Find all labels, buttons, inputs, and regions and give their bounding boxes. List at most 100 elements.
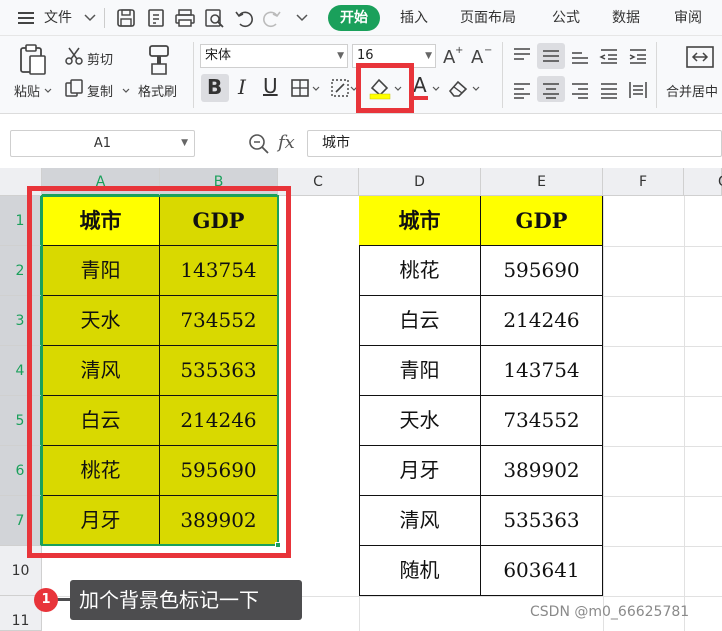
table-highlight-frame [27,186,291,558]
table-cell[interactable]: 389902 [481,446,603,496]
gridline [603,496,722,497]
paste-icon[interactable] [18,44,48,76]
print-preview-icon[interactable] [204,8,226,28]
formula-input[interactable]: 城市 [307,130,722,157]
chevron-down-icon[interactable] [122,88,130,94]
underline-button[interactable]: U [263,74,278,98]
cell-style-icon[interactable] [330,78,350,98]
chevron-down-icon[interactable] [44,88,52,94]
column-header-d[interactable]: D [359,168,481,196]
hamburger-menu-icon[interactable] [18,11,34,25]
table-cell[interactable]: 清风 [359,496,481,546]
align-middle-icon[interactable] [541,46,561,66]
print-icon[interactable] [174,8,196,28]
fx-icon[interactable]: fx [278,132,295,153]
chevron-down-icon[interactable] [432,86,440,92]
increase-indent-icon[interactable] [628,46,648,66]
file-menu[interactable]: 文件 [44,0,72,36]
format-painter-icon[interactable] [146,44,172,76]
chevron-down-icon: ▼ [337,51,344,61]
watermark: CSDN @m0_66625781 [530,604,690,620]
tab-data[interactable]: 数据 [612,0,640,36]
callout-connector [57,598,70,601]
clear-format-eraser-icon[interactable] [447,78,469,98]
tab-review[interactable]: 审阅 [674,0,702,36]
svg-text:A: A [471,47,484,66]
table-cell[interactable]: 734552 [481,396,603,446]
table-cell[interactable]: 桃花 [359,246,481,296]
gridline [603,246,722,247]
chevron-down-icon[interactable] [84,14,96,22]
format-painter-button[interactable]: 格式刷 [138,81,177,100]
table-cell[interactable]: 535363 [481,496,603,546]
step-number-badge: 1 [34,588,58,612]
gridline [603,296,722,297]
chevron-down-icon[interactable] [312,86,320,92]
tab-formulas[interactable]: 公式 [552,0,580,36]
table-cell[interactable]: 青阳 [359,346,481,396]
italic-button[interactable]: I [238,75,246,99]
chevron-down-icon: ▼ [425,51,432,61]
table-cell[interactable]: 天水 [359,396,481,446]
align-bottom-icon[interactable] [570,46,590,66]
redo-icon[interactable] [262,8,282,28]
tab-page-layout[interactable]: 页面布局 [460,0,516,36]
table-header-cell[interactable]: 城市 [359,196,481,246]
bold-button[interactable]: B [207,75,222,99]
align-center-icon[interactable] [541,80,561,100]
undo-icon[interactable] [234,8,254,28]
table-cell[interactable]: 603641 [481,546,603,596]
align-right-icon[interactable] [570,80,590,100]
svg-text:+: + [455,45,463,56]
gridline [603,396,722,397]
save-icon[interactable] [116,8,136,28]
quick-access-dropdown-icon[interactable] [296,14,308,22]
column-header-g[interactable]: G [684,168,722,196]
zoom-formula-icon[interactable] [248,133,270,155]
font-name-value: 宋体 [205,48,232,63]
tab-home[interactable]: 开始 [328,5,380,31]
annotation-callout: 加个背景色标记一下 [70,580,302,620]
cut-button[interactable]: 剪切 [87,49,113,68]
gridline [603,446,722,447]
gridline [684,196,685,631]
name-box-value: A1 [93,136,112,151]
table-cell[interactable]: 白云 [359,296,481,346]
merge-cells-icon[interactable] [685,44,715,70]
gridline [603,346,722,347]
paste-button[interactable]: 粘贴 [14,81,40,100]
justify-icon[interactable] [599,80,619,100]
table-cell[interactable]: 143754 [481,346,603,396]
export-pdf-icon[interactable] [146,8,166,28]
merge-center-button[interactable]: 合并居中 [666,81,718,100]
table-cell[interactable]: 随机 [359,546,481,596]
fill-color-highlight-frame [356,63,414,113]
column-header-f[interactable]: F [603,168,684,196]
distributed-align-icon[interactable] [628,80,648,100]
table-header-cell[interactable]: GDP [481,196,603,246]
decrease-font-size-icon[interactable]: A − [470,44,492,66]
chevron-down-icon[interactable] [472,86,480,92]
menu-bar: 文件 开始 插入 页面布局 公式 数据 审阅 [0,0,722,36]
align-top-icon[interactable] [512,46,532,66]
svg-text:−: − [484,45,492,56]
gridline [603,196,604,631]
name-box[interactable]: A1 ▼ [10,130,195,157]
increase-font-size-icon[interactable]: A + [442,44,464,66]
font-size-value: 16 [357,48,374,63]
column-header-e[interactable]: E [481,168,603,196]
font-color-button[interactable]: A [413,73,427,97]
scissors-icon[interactable] [64,46,84,66]
copy-icon[interactable] [64,78,84,98]
borders-icon[interactable] [290,78,310,98]
copy-button[interactable]: 复制 [87,81,113,100]
table-cell[interactable]: 月牙 [359,446,481,496]
ribbon: 粘贴 剪切 复制 格式刷 宋体 ▼ 16 ▼ A + A − B I U A 合… [0,36,722,114]
tab-insert[interactable]: 插入 [400,0,428,36]
align-left-icon[interactable] [512,80,532,100]
gridline [603,546,722,547]
table-cell[interactable]: 214246 [481,296,603,346]
font-name-select[interactable]: 宋体 ▼ [200,44,348,68]
decrease-indent-icon[interactable] [599,46,619,66]
table-cell[interactable]: 595690 [481,246,603,296]
